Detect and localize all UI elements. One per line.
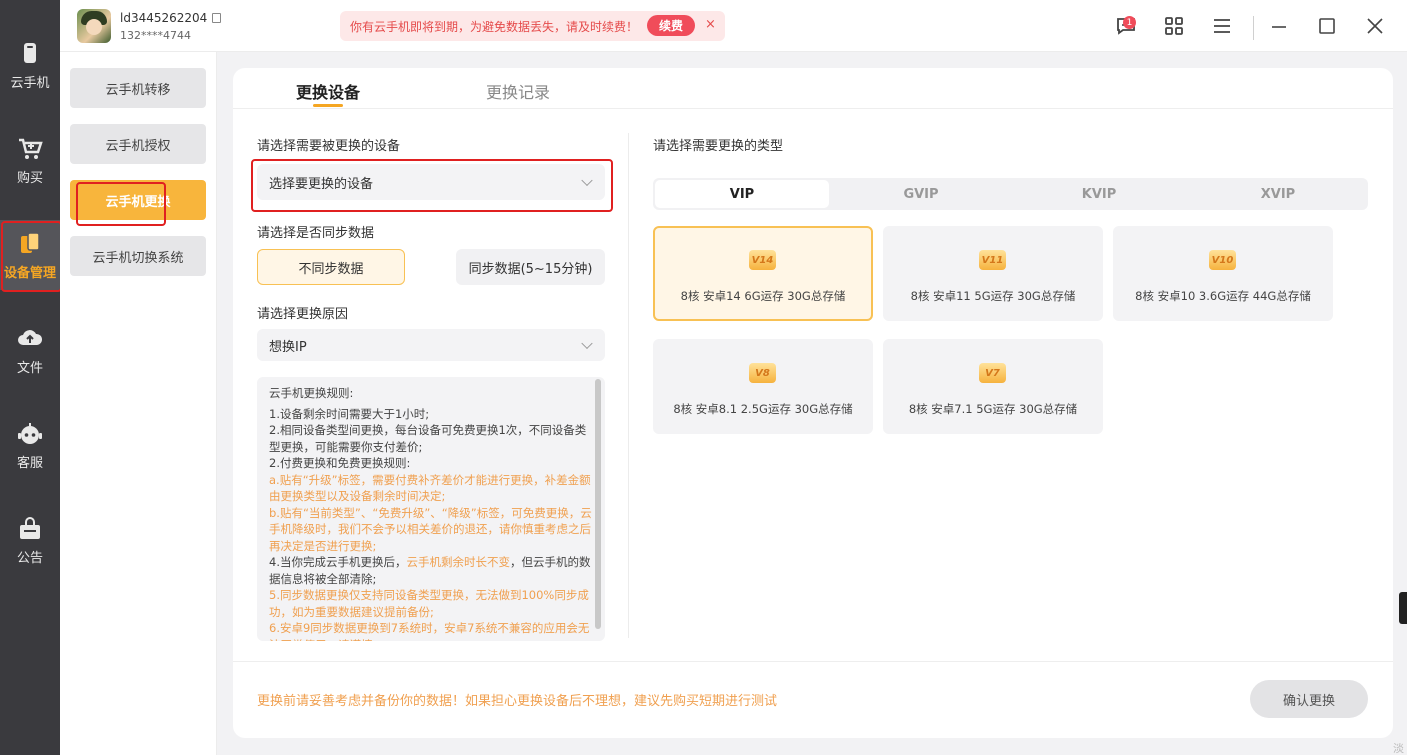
device-card-v10[interactable]: V10 8核 安卓10 3.6G运存 44G总存储 [1113, 226, 1333, 321]
expiry-notice: 你有云手机即将到期，为避免数据丢失，请及时续费！ 续费 × [340, 11, 725, 41]
user-id-text: ld3445262204 [120, 11, 208, 25]
device-select-label: 请选择需要被更换的设备 [257, 139, 401, 154]
no-sync-option[interactable]: 不同步数据 [257, 249, 405, 285]
close-icon[interactable]: × [705, 17, 716, 32]
tab-divider [233, 108, 1393, 109]
device-spec: 8核 安卓11 5G运存 30G总存储 [910, 289, 1076, 303]
rule-4-highlight: 云手机剩余时长不变 [406, 555, 510, 569]
chevron-down-icon [581, 174, 593, 187]
v8-badge-icon: V8 [749, 363, 776, 383]
type-tab-kvip[interactable]: KVIP [1012, 180, 1186, 208]
v11-badge-icon: V11 [979, 250, 1006, 270]
avatar[interactable] [77, 9, 111, 43]
reason-label: 请选择更换原因 [257, 307, 349, 322]
footer-divider [233, 661, 1393, 662]
rail-item-service[interactable]: 客服 [0, 410, 60, 480]
footer-note: 更换前请妥善考虑并备份你的数据！如果担心更换设备后不理想，建议先购买短期进行测试 [257, 694, 778, 709]
device-spec: 8核 安卓8.1 2.5G运存 30G总存储 [673, 402, 853, 416]
device-card-v8[interactable]: V8 8核 安卓8.1 2.5G运存 30G总存储 [653, 339, 873, 434]
subnav-item-switch-system[interactable]: 云手机切换系统 [70, 236, 206, 276]
rail-item-announcement[interactable]: 公告 [0, 505, 60, 575]
announcement-icon [20, 516, 40, 539]
chevron-down-icon [581, 337, 593, 350]
cloud-upload-icon [18, 329, 43, 345]
top-divider [1253, 16, 1254, 40]
device-spec: 8核 安卓7.1 5G运存 30G总存储 [908, 402, 1078, 416]
tab-replace-device[interactable]: 更换设备 [296, 79, 360, 103]
device-spec: 8核 安卓10 3.6G运存 44G总存储 [1135, 289, 1311, 303]
cart-icon [19, 138, 43, 159]
sync-label: 请选择是否同步数据 [257, 226, 375, 241]
window-close-icon[interactable] [1363, 14, 1387, 38]
device-spec: 8核 安卓14 6G运存 30G总存储 [680, 289, 846, 303]
rail-item-cloud-phone[interactable]: 云手机 [0, 30, 60, 100]
message-badge: 1 [1123, 16, 1136, 29]
sync-option[interactable]: 同步数据(5~15分钟) [456, 249, 605, 285]
corner-glyph: 淡 [1393, 742, 1404, 755]
rules-scrollbar[interactable] [595, 379, 601, 629]
maximize-icon[interactable] [1315, 14, 1339, 38]
user-id: ld3445262204 [120, 11, 222, 25]
rail-item-label: 文件 [16, 360, 43, 376]
rail-item-device-manage[interactable]: 设备管理 [0, 220, 60, 290]
type-segmented: VIP GVIP KVIP XVIP [653, 178, 1368, 210]
rule-4: 4.当你完成云手机更换后，云手机剩余时长不变，但云手机的数据信息将被全部清除; [269, 554, 593, 587]
rule-6: 6.安卓9同步数据更换到7系统时，安卓7系统不兼容的应用会无法正常使用，请谨慎 [269, 621, 590, 641]
v10-badge-icon: V10 [1209, 250, 1236, 270]
subnav-item-replace[interactable]: 云手机更换 [70, 180, 206, 220]
side-handle[interactable] [1399, 592, 1407, 624]
renew-button[interactable]: 续费 [647, 15, 695, 36]
type-tab-vip[interactable]: VIP [655, 180, 829, 208]
rule-5: 5.同步数据更换仅支持同设备类型更换，无法做到100%同步成功，如为重要数据建议… [269, 588, 589, 619]
rule-b: b.贴有“当前类型”、“免费升级”、“降级”标签，可免费更换，云手机降级时，我们… [269, 505, 592, 553]
rules-box: 云手机更换规则: 1.设备剩余时间需要大于1小时; 2.相同设备类型间更换，每台… [257, 377, 605, 641]
phone-icon [24, 42, 36, 63]
type-label: 请选择需要更换的类型 [653, 139, 784, 154]
rule-a: a.贴有“升级”标签，需要付费补齐差价才能进行更换，补差金额由更换类型以及设备剩… [269, 472, 591, 504]
device-manage-icon [21, 231, 40, 253]
rule-2: 2.相同设备类型间更换，每台设备可免费更换1次，不同设备类型更换，可能需要你支付… [269, 423, 587, 454]
device-card-v7[interactable]: V7 8核 安卓7.1 5G运存 30G总存储 [883, 339, 1103, 434]
grid-icon[interactable] [1162, 14, 1186, 38]
v7-badge-icon: V7 [979, 363, 1006, 383]
type-tab-xvip[interactable]: XVIP [1191, 180, 1365, 208]
rail-item-label: 设备管理 [3, 265, 56, 281]
top-bar: ld3445262204 132****4744 你有云手机即将到期，为避免数据… [60, 0, 1407, 52]
subnav-item-transfer[interactable]: 云手机转移 [70, 68, 206, 108]
device-card-v11[interactable]: V11 8核 安卓11 5G运存 30G总存储 [883, 226, 1103, 321]
copy-icon[interactable] [212, 13, 222, 23]
tab-underline [313, 104, 343, 107]
type-tab-gvip[interactable]: GVIP [834, 180, 1008, 208]
device-card-v14[interactable]: V14 8核 安卓14 6G运存 30G总存储 [653, 226, 873, 321]
rule-3: 2.付费更换和免费更换规则: [269, 456, 411, 470]
rail-item-label: 购买 [16, 170, 43, 186]
reason-select-value: 想换IP [269, 339, 307, 355]
user-phone: 132****4744 [120, 29, 191, 42]
main-panel: 更换设备 更换记录 请选择需要被更换的设备 选择要更换的设备 请选择是否同步数据… [233, 68, 1393, 738]
rail-item-label: 公告 [16, 550, 43, 566]
reason-select[interactable]: 想换IP [257, 329, 605, 361]
rule-1: 1.设备剩余时间需要大于1小时; [269, 406, 430, 421]
device-select-placeholder: 选择要更换的设备 [269, 176, 374, 192]
robot-icon [18, 422, 42, 444]
menu-icon[interactable] [1210, 14, 1234, 38]
rail-item-buy[interactable]: 购买 [0, 125, 60, 195]
rail-item-files[interactable]: 文件 [0, 315, 60, 385]
device-select[interactable]: 选择要更换的设备 [257, 164, 605, 200]
column-divider [628, 133, 629, 638]
tab-replace-history[interactable]: 更换记录 [486, 79, 550, 103]
sub-nav: 云手机转移 云手机授权 云手机更换 云手机切换系统 [60, 52, 217, 755]
rule-4-part1: 4.当你完成云手机更换后， [269, 555, 407, 569]
v14-badge-icon: V14 [749, 250, 776, 270]
rules-title: 云手机更换规则: [269, 386, 354, 400]
minimize-icon[interactable] [1267, 14, 1291, 38]
left-rail: 云手机 购买 设备管理 文件 客服 公告 [0, 0, 60, 755]
rail-item-label: 云手机 [10, 75, 50, 91]
confirm-replace-button[interactable]: 确认更换 [1250, 680, 1368, 718]
expiry-notice-text: 你有云手机即将到期，为避免数据丢失，请及时续费！ [350, 19, 639, 34]
rail-item-label: 客服 [16, 455, 43, 471]
subnav-item-authorize[interactable]: 云手机授权 [70, 124, 206, 164]
